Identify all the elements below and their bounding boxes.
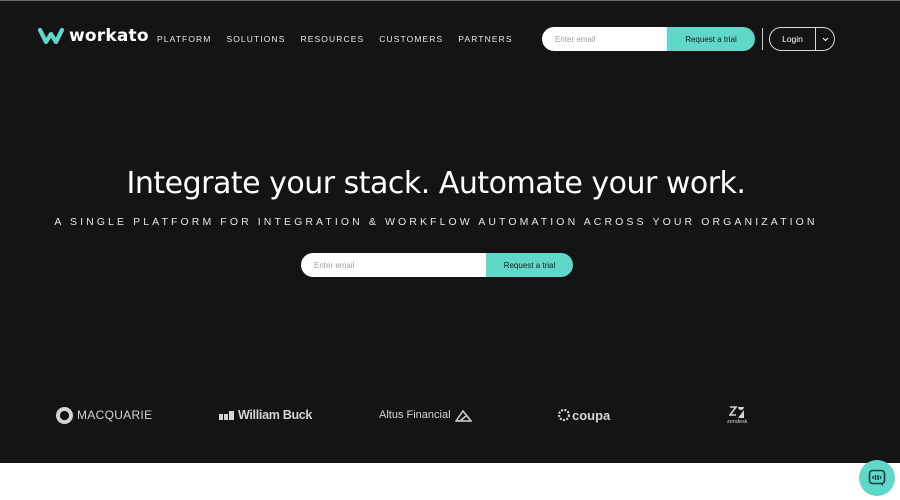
nav-item-resources[interactable]: RESOURCES — [300, 34, 364, 44]
login-button[interactable]: Login — [770, 28, 815, 50]
macquarie-logo-icon — [56, 406, 73, 424]
nav-item-customers[interactable]: CUSTOMERS — [379, 34, 443, 44]
macquarie-logo: MACQUARIE — [55, 398, 152, 432]
hero-subheadline: A SINGLE PLATFORM FOR INTEGRATION & WORK… — [54, 216, 818, 228]
chat-widget-button[interactable] — [859, 460, 895, 496]
brand-name: workato — [69, 26, 149, 46]
william-buck-logo-icon — [219, 410, 234, 420]
altus-financial-logo-text: Altus Financial — [379, 409, 451, 421]
coupa-logo-icon — [557, 408, 571, 422]
william-buck-logo-text: William Buck — [238, 408, 313, 422]
altus-financial-logo-icon — [454, 409, 472, 422]
zendesk-logo: zendesk — [727, 398, 748, 432]
macquarie-logo-text: MACQUARIE — [77, 408, 153, 422]
main-nav: PLATFORM SOLUTIONS RESOURCES CUSTOMERS P… — [157, 34, 528, 44]
nav-item-platform[interactable]: PLATFORM — [157, 34, 211, 44]
header-email-input[interactable] — [542, 27, 667, 51]
zendesk-logo-text: zendesk — [727, 418, 748, 425]
login-group: Login — [769, 27, 835, 51]
header-divider — [762, 28, 763, 50]
hero-section: workato PLATFORM SOLUTIONS RESOURCES CUS… — [0, 0, 900, 463]
customer-logo-strip: MACQUARIE William Buck Altus Financial c… — [0, 398, 900, 432]
coupa-logo-text: coupa — [572, 407, 611, 423]
below-fold-peek — [330, 494, 510, 500]
zendesk-logo-icon — [729, 405, 745, 418]
login-dropdown-toggle[interactable] — [816, 28, 834, 50]
workato-logo[interactable]: workato — [38, 25, 149, 47]
chat-icon — [868, 469, 886, 486]
header-trial-form: Request a trial — [542, 27, 755, 51]
hero-request-trial-button[interactable]: Request a trial — [486, 253, 573, 277]
workato-logo-icon — [38, 27, 64, 45]
nav-item-partners[interactable]: PARTNERS — [458, 34, 512, 44]
coupa-logo: coupa — [557, 398, 610, 432]
william-buck-logo: William Buck — [219, 398, 312, 432]
nav-item-solutions[interactable]: SOLUTIONS — [226, 34, 285, 44]
chevron-down-icon — [822, 37, 828, 41]
altus-financial-logo: Altus Financial — [379, 398, 472, 432]
hero-trial-form: Request a trial — [301, 253, 573, 277]
hero-headline: Integrate your stack. Automate your work… — [126, 166, 746, 201]
header-request-trial-button[interactable]: Request a trial — [667, 27, 755, 51]
hero-email-input[interactable] — [301, 253, 486, 277]
